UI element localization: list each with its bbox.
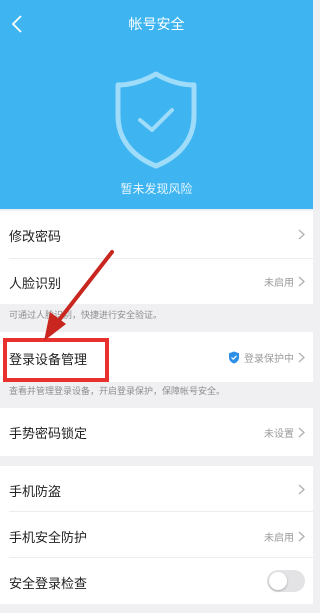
gesture-lock-status: 未设置 <box>264 429 294 440</box>
shield-check-icon <box>115 71 197 169</box>
face-recognition-status: 未启用 <box>264 278 294 289</box>
phone-anti-theft-label: 手机防盗 <box>9 485 62 500</box>
phone-anti-theft-row[interactable]: 手机防盗 <box>0 466 313 512</box>
face-recognition-row[interactable]: 人脸识别 未启用 <box>0 259 313 304</box>
chevron-right-icon <box>298 276 305 287</box>
login-devices-status: 登录保护中 <box>244 354 294 365</box>
phone-security-status: 未启用 <box>264 533 294 544</box>
header: 帐号安全 暂未发现风险 <box>0 0 313 209</box>
face-recognition-label: 人脸识别 <box>9 277 62 292</box>
chevron-right-icon <box>298 531 305 542</box>
shield-badge-icon <box>229 351 239 364</box>
toggle-knob <box>269 572 287 590</box>
risk-status-text: 暂未发现风险 <box>120 182 193 196</box>
gesture-lock-row[interactable]: 手势密码锁定 未设置 <box>0 408 313 456</box>
chevron-right-icon <box>298 229 305 240</box>
phone-security-label: 手机安全防护 <box>9 531 88 546</box>
chevron-right-icon <box>298 352 305 363</box>
gesture-lock-label: 手势密码锁定 <box>9 427 88 442</box>
face-recognition-hint: 可通过人脸识别，快捷进行安全验证。 <box>0 304 313 332</box>
secure-login-check-row: 安全登录检查 <box>0 558 313 604</box>
modify-password-label: 修改密码 <box>9 230 62 245</box>
chevron-right-icon <box>298 484 305 495</box>
modify-password-row[interactable]: 修改密码 <box>0 211 313 259</box>
highlight-box <box>3 338 109 382</box>
login-devices-hint: 查看并管理登录设备，开启登录保护，保障帐号安全。 <box>0 382 313 408</box>
secure-login-check-toggle[interactable] <box>267 570 305 592</box>
secure-login-check-label: 安全登录检查 <box>9 577 88 592</box>
page-title: 帐号安全 <box>128 17 185 33</box>
chevron-right-icon <box>298 427 305 438</box>
phone-security-row[interactable]: 手机安全防护 未启用 <box>0 512 313 558</box>
